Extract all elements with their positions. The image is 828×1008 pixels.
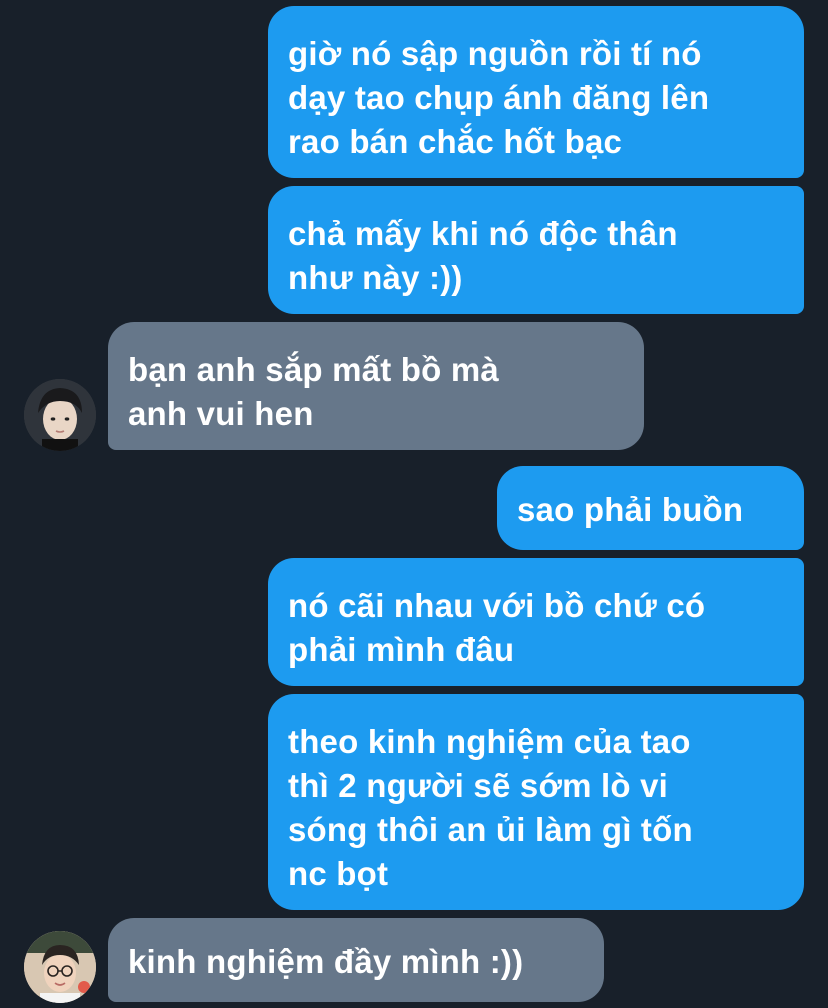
message-bubble[interactable]: kinh nghiệm đầy mình :)) (108, 918, 604, 1002)
message-line: chả mấy khi nó độc thân (288, 215, 678, 252)
message-bubble[interactable]: giờ nó sập nguồn rồi tí nó dạy tao chụp … (268, 6, 804, 178)
message-line: anh vui hen (128, 395, 314, 432)
message-line: kinh nghiệm đầy mình :)) (128, 943, 524, 980)
message-line: rao bán chắc hốt bạc (288, 123, 623, 160)
message-bubble[interactable]: bạn anh sắp mất bồ mà anh vui hen (108, 322, 644, 450)
message-line: như này :)) (288, 259, 463, 296)
message-line: bạn anh sắp mất bồ mà (128, 351, 499, 388)
message-bubble[interactable]: nó cãi nhau với bồ chứ có phải mình đâu (268, 558, 804, 686)
message-line: sao phải buồn (517, 491, 744, 528)
avatar-photo-icon (24, 931, 96, 1003)
message-line: nó cãi nhau với bồ chứ có (288, 587, 706, 624)
message-bubble[interactable]: theo kinh nghiệm của tao thì 2 người sẽ … (268, 694, 804, 910)
message-line: theo kinh nghiệm của tao (288, 723, 691, 760)
message-line: phải mình đâu (288, 631, 515, 668)
message-bubble[interactable]: sao phải buồn (497, 466, 804, 550)
message-bubble[interactable]: chả mấy khi nó độc thân như này :)) (268, 186, 804, 314)
message-line: dạy tao chụp ánh đăng lên (288, 79, 710, 116)
message-line: nc bọt (288, 855, 389, 892)
avatar-photo-icon (24, 379, 96, 451)
avatar[interactable] (24, 931, 96, 1003)
avatar[interactable] (24, 379, 96, 451)
message-line: giờ nó sập nguồn rồi tí nó (288, 35, 702, 72)
message-line: sóng thôi an ủi làm gì tốn (288, 811, 693, 848)
message-line: thì 2 người sẽ sớm lò vi (288, 767, 669, 804)
